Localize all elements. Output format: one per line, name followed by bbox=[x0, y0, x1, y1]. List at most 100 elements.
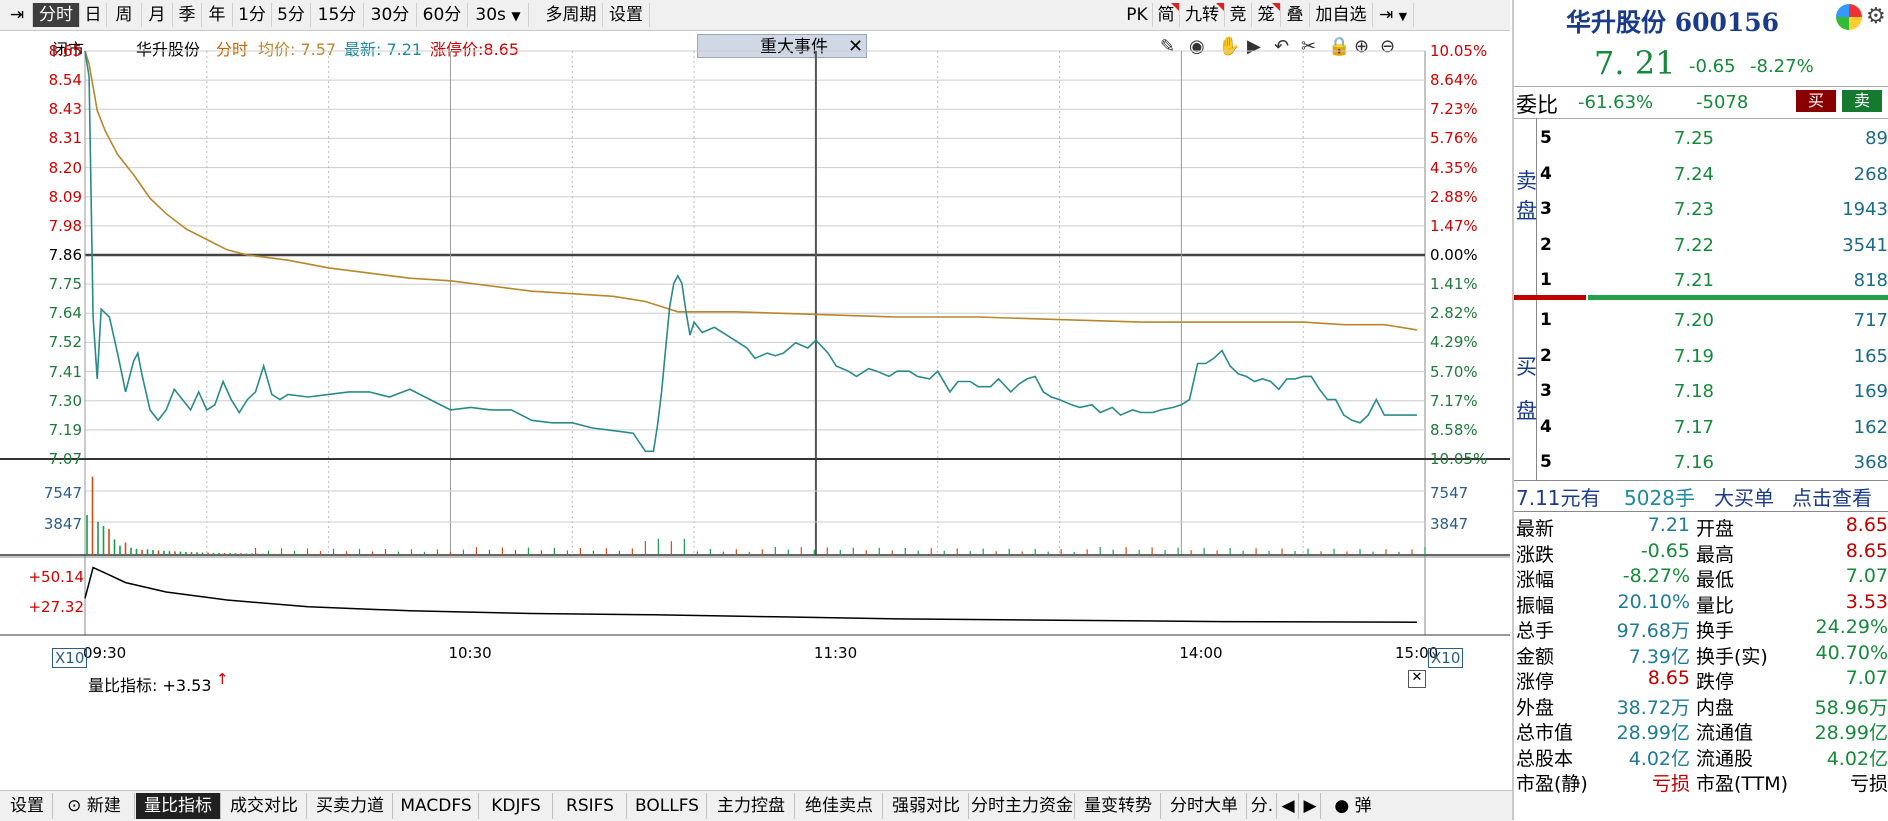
palette-icon[interactable] bbox=[1836, 4, 1862, 30]
indicator-tab[interactable]: 量变转势 bbox=[1076, 793, 1161, 819]
tab-settings[interactable]: 设置 bbox=[603, 3, 650, 27]
ask-price[interactable]: 7.23 bbox=[1674, 199, 1714, 220]
divider bbox=[1514, 480, 1888, 481]
indicator-tab[interactable]: KDJFS bbox=[480, 793, 553, 819]
scroll-left-icon[interactable]: ◀ bbox=[1278, 793, 1299, 819]
big-order-price: 7.11 bbox=[1516, 486, 1561, 510]
stat-label: 总股本 bbox=[1516, 747, 1574, 770]
indicator-tab[interactable]: MACDFS bbox=[394, 793, 479, 819]
chevron-down-icon: ▼ bbox=[511, 9, 521, 23]
pct-axis-tick: 1.47% bbox=[1430, 216, 1478, 235]
tab-quarter[interactable]: 季 bbox=[173, 3, 202, 27]
arrow-up-icon: ↑ bbox=[216, 670, 229, 688]
cage-button[interactable]: 笼 bbox=[1252, 3, 1281, 27]
tab-fenshi[interactable]: 分时 bbox=[33, 3, 80, 27]
pk-button[interactable]: PK bbox=[1122, 3, 1153, 27]
overlay-button[interactable]: 叠 bbox=[1281, 3, 1310, 27]
quote-panel: 华升股份 600156 ⚙ 7. 21 -0.65 -8.27% 委比 -61.… bbox=[1512, 0, 1888, 820]
indicator-tab[interactable]: BOLLFS bbox=[628, 793, 707, 819]
pct-axis-tick: 10.05% bbox=[1430, 450, 1488, 468]
tab-30min[interactable]: 30分 bbox=[364, 3, 417, 27]
stat-value: 40.70% bbox=[1815, 641, 1888, 664]
price-axis-tick: 8.65 bbox=[48, 42, 82, 60]
sell-button[interactable]: 卖 bbox=[1842, 90, 1882, 112]
timeframe-toolbar: ⇥ 分时 日 周 月 季 年 1分 5分 15分 30分 60分 30s ▼ 多… bbox=[0, 0, 1510, 31]
price-axis-tick: 7.64 bbox=[48, 304, 82, 323]
ask-level: 5 bbox=[1540, 128, 1552, 148]
indicator-tab[interactable]: 绝佳卖点 bbox=[796, 793, 883, 819]
sell-strength-bar bbox=[1514, 295, 1586, 300]
ask-qty: 818 bbox=[1853, 270, 1888, 291]
indicator-tab[interactable]: 成交对比 bbox=[222, 793, 307, 819]
buy-button[interactable]: 买 bbox=[1796, 90, 1836, 112]
tab-15min[interactable]: 15分 bbox=[311, 3, 364, 27]
bid-price[interactable]: 7.20 bbox=[1674, 310, 1714, 331]
tab-day[interactable]: 日 bbox=[80, 3, 107, 27]
time-axis-label: 10:30 bbox=[448, 644, 492, 662]
gear-icon[interactable]: ⚙ bbox=[1866, 4, 1886, 29]
price-axis-tick: 8.31 bbox=[48, 129, 82, 148]
new-icon: ⊙ bbox=[67, 796, 87, 816]
ask-price[interactable]: 7.21 bbox=[1674, 270, 1714, 291]
indicator-tab[interactable]: RSIFS bbox=[554, 793, 627, 819]
price-axis-tick: 7.86 bbox=[48, 246, 82, 264]
pct-axis-tick: 8.58% bbox=[1430, 420, 1478, 439]
stat-label: 量比 bbox=[1696, 594, 1735, 617]
ask-qty: 3541 bbox=[1842, 234, 1888, 256]
simple-button[interactable]: 简 bbox=[1153, 3, 1180, 27]
tab-30s-label: 30s bbox=[475, 5, 506, 25]
tab-month[interactable]: 月 bbox=[142, 3, 173, 27]
bid-price[interactable]: 7.16 bbox=[1674, 452, 1714, 473]
tab-week[interactable]: 周 bbox=[107, 3, 142, 27]
stat-label: 最新 bbox=[1516, 518, 1555, 540]
close-indicator-icon[interactable]: ✕ bbox=[1408, 670, 1426, 688]
bid-price[interactable]: 7.19 bbox=[1674, 346, 1714, 367]
bid-price[interactable]: 7.17 bbox=[1674, 417, 1714, 438]
bid-qty: 165 bbox=[1853, 345, 1888, 367]
expand-right-icon[interactable]: ⇥ ▼ bbox=[1373, 3, 1414, 27]
pct-axis-tick: 8.64% bbox=[1430, 71, 1478, 90]
price-axis-tick: 7.52 bbox=[48, 333, 82, 352]
ask-price[interactable]: 7.25 bbox=[1674, 128, 1714, 149]
popup-dot-icon: ● bbox=[1334, 796, 1355, 816]
scroll-right-icon[interactable]: ▶ bbox=[1300, 793, 1321, 819]
indicator-tab[interactable]: 量比指标 bbox=[136, 793, 221, 819]
auction-button[interactable]: 竞 bbox=[1225, 3, 1252, 27]
ask-price[interactable]: 7.22 bbox=[1674, 235, 1714, 256]
bid-price[interactable]: 7.18 bbox=[1674, 381, 1714, 402]
tab-multi-period[interactable]: 多周期 bbox=[540, 3, 603, 27]
stat-value: -0.65 bbox=[1640, 539, 1690, 562]
tab-year[interactable]: 年 bbox=[202, 3, 233, 27]
tab-30s[interactable]: 30s ▼ bbox=[468, 3, 529, 27]
volume-unit-left: X10 bbox=[52, 648, 88, 668]
price-axis-tick: 7.19 bbox=[48, 420, 82, 439]
indicator-tab[interactable]: 强弱对比 bbox=[884, 793, 969, 819]
bid-level: 2 bbox=[1540, 345, 1552, 366]
indicator-tab[interactable]: 主力控盘 bbox=[708, 793, 795, 819]
big-order-row: 7.11元有 bbox=[1516, 482, 1601, 511]
indicator-tab[interactable]: 分时主力资金 bbox=[970, 793, 1075, 819]
price-axis-tick: 8.54 bbox=[48, 71, 82, 90]
add-watchlist-button[interactable]: 加自选 bbox=[1310, 3, 1373, 27]
price-axis-tick: 7.30 bbox=[48, 391, 82, 410]
tab-60min[interactable]: 60分 bbox=[417, 3, 468, 27]
stat-value: 24.29% bbox=[1815, 616, 1888, 638]
tab-1min[interactable]: 1分 bbox=[233, 3, 272, 27]
ask-level: 3 bbox=[1540, 199, 1552, 219]
indicator-tab[interactable]: 分. bbox=[1248, 793, 1277, 819]
ratio-indicator-label: 量比指标: +3.53 bbox=[88, 676, 212, 695]
stat-label: 换手 bbox=[1696, 620, 1735, 642]
pct-axis-tick: 5.76% bbox=[1430, 129, 1478, 148]
indicator-tab[interactable]: ⊙ 新建 bbox=[54, 793, 135, 819]
ask-price[interactable]: 7.24 bbox=[1674, 164, 1714, 185]
pct-axis-tick: 5.70% bbox=[1430, 362, 1478, 381]
indicator-tab[interactable]: 设置 bbox=[2, 793, 53, 819]
indicator-tab[interactable]: 分时大单 bbox=[1162, 793, 1247, 819]
tab-5min[interactable]: 5分 bbox=[272, 3, 311, 27]
indicator-tab[interactable]: 买卖力道 bbox=[308, 793, 393, 819]
jiuzhuan-button[interactable]: 九转 bbox=[1180, 3, 1225, 27]
bid-level: 3 bbox=[1540, 381, 1552, 401]
view-big-orders-link[interactable]: 点击查看 bbox=[1792, 482, 1872, 511]
collapse-left-icon[interactable]: ⇥ bbox=[2, 3, 33, 27]
popup-toggle[interactable]: ● 弹 bbox=[1326, 793, 1380, 819]
